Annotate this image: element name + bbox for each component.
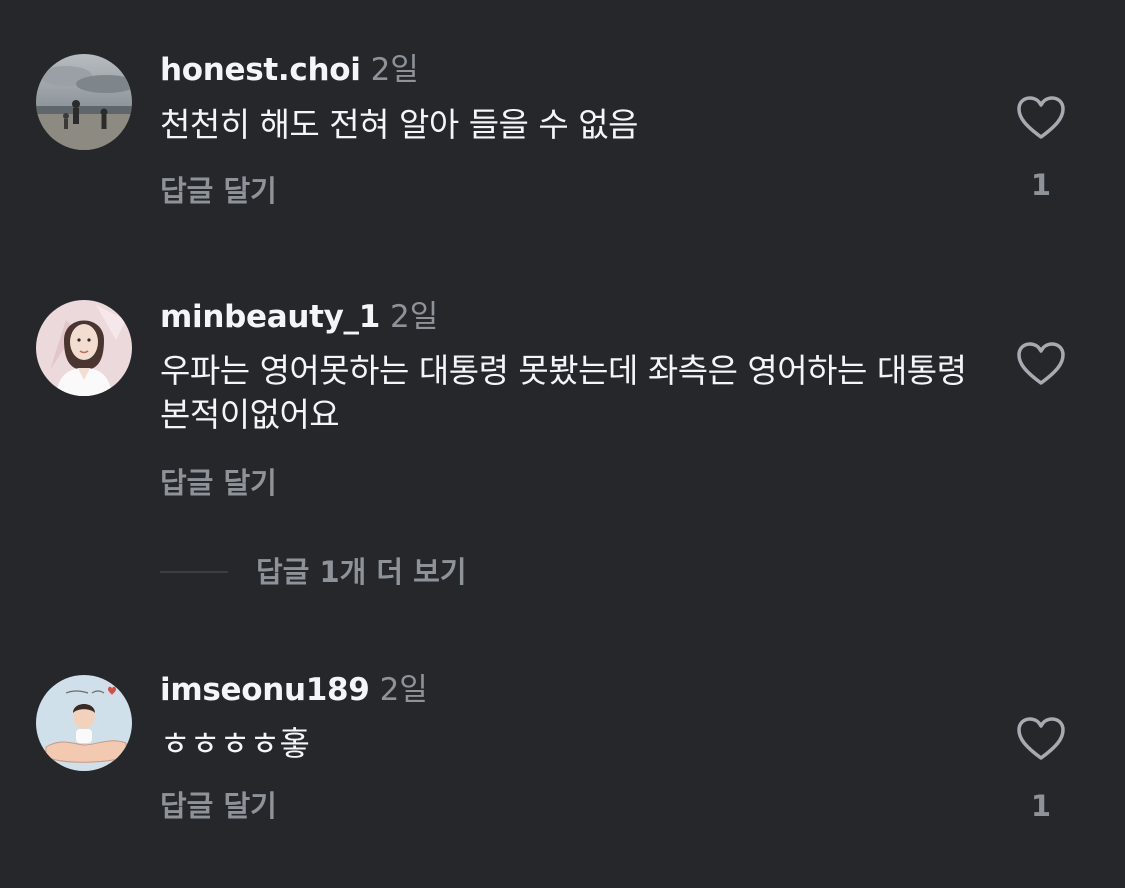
timestamp: 2일 — [379, 672, 428, 708]
reply-button[interactable]: 답글 달기 — [160, 171, 277, 211]
comment-text: ㅎㅎㅎㅎ홓 — [160, 724, 310, 763]
heart-icon[interactable] — [1016, 341, 1066, 387]
comment-text: 우파는 영어못하는 대통령 못봤는데 좌측은 영어하는 대통령 본적이없어요 — [160, 351, 967, 434]
reply-button[interactable]: 답글 달기 — [160, 463, 277, 503]
reply-button[interactable]: 답글 달기 — [160, 786, 277, 826]
comment-header: honest.choi 2일 — [160, 50, 419, 90]
comment-header: minbeauty_1 2일 — [160, 297, 438, 337]
user-avatar[interactable] — [36, 54, 132, 150]
username[interactable]: minbeauty_1 — [160, 299, 380, 335]
like-count: 1 — [1030, 168, 1052, 202]
like-count: 1 — [1030, 789, 1052, 823]
child-in-hand-avatar-icon — [36, 675, 132, 771]
heart-icon[interactable] — [1016, 95, 1066, 141]
user-avatar[interactable] — [36, 675, 132, 771]
timestamp: 2일 — [370, 52, 419, 88]
comment-header: imseonu189 2일 — [160, 670, 428, 710]
view-more-replies-label: 답글 1개 더 보기 — [256, 555, 467, 589]
comment-text: 천천히 해도 전혀 알아 들을 수 없음 — [160, 105, 638, 144]
user-avatar[interactable] — [36, 300, 132, 396]
view-more-replies-button[interactable]: 답글 1개 더 보기 — [160, 552, 467, 592]
heart-icon[interactable] — [1016, 716, 1066, 762]
timestamp: 2일 — [390, 299, 439, 335]
beach-photo-avatar-icon — [36, 54, 132, 150]
woman-portrait-avatar-icon — [36, 300, 132, 396]
thread-divider-line — [160, 571, 228, 573]
username[interactable]: imseonu189 — [160, 672, 370, 708]
username[interactable]: honest.choi — [160, 52, 361, 88]
